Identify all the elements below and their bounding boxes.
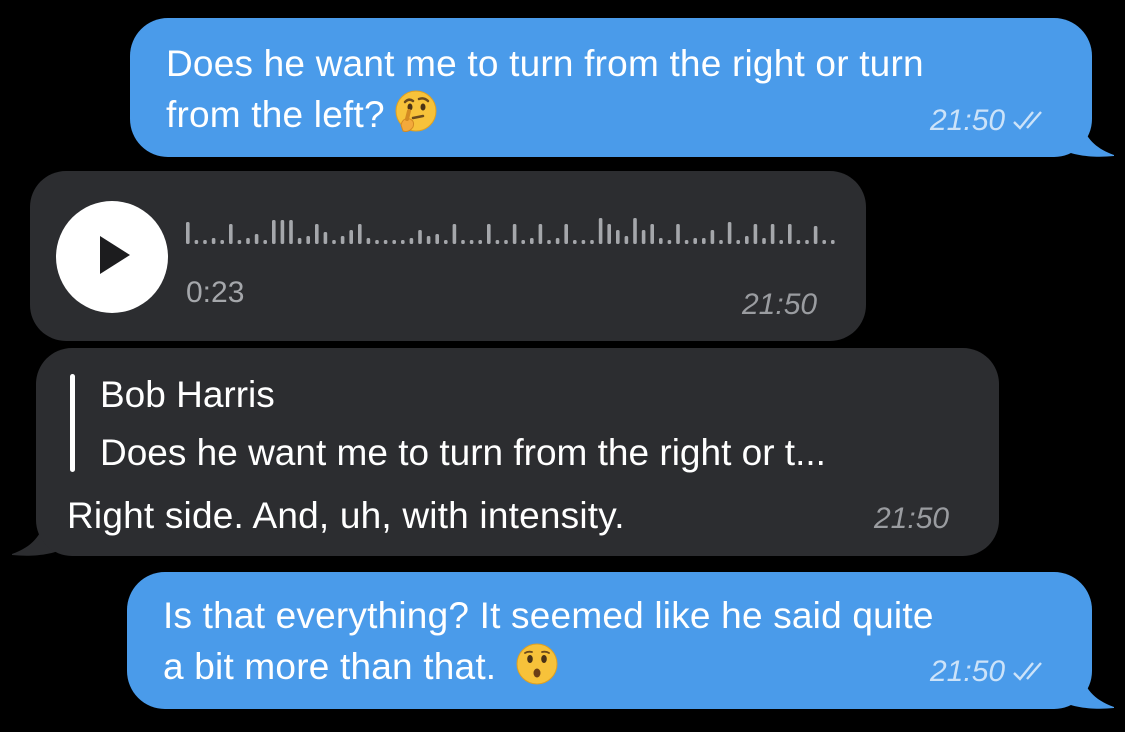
message-text: Does he want me to turn from the right o… (166, 43, 924, 135)
message-time: 21:50 (874, 502, 950, 535)
waveform-bar (194, 240, 199, 244)
voice-duration: 0:23 (186, 276, 245, 309)
waveform-bar (616, 230, 620, 244)
waveform-bar (564, 224, 568, 244)
waveform-bar (538, 224, 543, 244)
waveform-bar (521, 240, 525, 244)
waveform-bar (641, 230, 646, 244)
waveform-bar (366, 238, 371, 244)
waveform-bar (452, 224, 457, 244)
waveform-bar (590, 240, 594, 244)
waveform-bar (573, 240, 577, 244)
message-time: 21:50 (930, 104, 1053, 138)
waveform-bar (710, 230, 715, 244)
waveform-bar (659, 238, 663, 244)
waveform-bar (297, 238, 302, 244)
waveform-bar (280, 220, 285, 244)
message-bubble-outgoing[interactable]: Does he want me to turn from the right o… (130, 18, 1092, 157)
waveform-bar (727, 222, 732, 244)
waveform-bar (822, 240, 826, 244)
waveform-bar (254, 234, 259, 244)
message-time: 21:50 (930, 655, 1053, 689)
waveform-bar (323, 232, 328, 244)
waveform-bar (813, 226, 818, 244)
waveform-bar (186, 222, 190, 244)
hushed-face-emoji-icon (516, 643, 558, 685)
waveform-bar (667, 240, 672, 244)
waveform-bar (461, 240, 465, 244)
waveform-bar (547, 240, 551, 244)
waveform-bar (676, 224, 680, 244)
voice-waveform[interactable] (186, 208, 836, 248)
reply-sender-name[interactable]: Bob Harris (100, 374, 275, 416)
waveform-bar (340, 236, 345, 244)
message-text: Is that everything? It seemed like he sa… (163, 595, 934, 687)
waveform-bar (581, 240, 586, 244)
waveform-bar (796, 240, 801, 244)
waveform-bar (624, 236, 629, 244)
waveform-bar (650, 224, 654, 244)
waveform-bar (246, 238, 250, 244)
waveform-bar (211, 238, 216, 244)
waveform-bar (306, 236, 310, 244)
waveform-bar (383, 240, 388, 244)
waveform-bar (237, 240, 242, 244)
waveform-bar (495, 240, 500, 244)
waveform-bar (753, 224, 758, 244)
reply-quote-bar (70, 374, 75, 472)
message-text: Right side. And, uh, with intensity. (67, 495, 625, 536)
waveform-bar (289, 220, 293, 244)
waveform-bar (770, 224, 775, 244)
waveform-bar (512, 224, 517, 244)
waveform-bar (469, 240, 474, 244)
waveform-bar (418, 230, 422, 244)
waveform-bar (220, 240, 224, 244)
message-time: 21:50 (742, 288, 818, 321)
waveform-bar (555, 238, 560, 244)
waveform-bar (788, 224, 792, 244)
thinking-face-emoji-icon (395, 90, 437, 132)
waveform-bar (349, 230, 353, 244)
waveform-bar (409, 238, 414, 244)
waveform-bar (358, 224, 362, 244)
waveform-bar (332, 240, 336, 244)
waveform-bar (805, 240, 809, 244)
waveform-bar (693, 238, 697, 244)
waveform-bar (607, 224, 611, 244)
waveform-bar (736, 240, 740, 244)
waveform-bar (478, 240, 482, 244)
waveform-bar (272, 220, 276, 244)
play-button[interactable] (56, 201, 168, 313)
waveform-bar (435, 234, 439, 244)
waveform-bar (203, 240, 207, 244)
waveform-bar (831, 240, 835, 244)
waveform-bar (530, 238, 534, 244)
waveform-bar (401, 240, 405, 244)
waveform-bar (762, 238, 766, 244)
waveform-bar (598, 218, 603, 244)
waveform-bar (263, 240, 267, 244)
waveform-bar (702, 238, 706, 244)
waveform-bar (684, 240, 689, 244)
waveform-bar (633, 218, 637, 244)
double-check-icon (1013, 662, 1042, 681)
waveform-bar (392, 240, 396, 244)
waveform-bar (426, 236, 431, 244)
waveform-bar (375, 240, 379, 244)
play-icon (100, 236, 130, 274)
chat-view: Does he want me to turn from the right o… (0, 0, 1125, 732)
message-bubble-outgoing[interactable]: Is that everything? It seemed like he sa… (127, 572, 1092, 709)
waveform-bar (745, 236, 749, 244)
waveform-bar (487, 224, 491, 244)
waveform-bar (315, 224, 319, 244)
double-check-icon (1013, 111, 1042, 130)
reply-preview-text[interactable]: Does he want me to turn from the right o… (100, 432, 826, 474)
waveform-bar (779, 240, 783, 244)
waveform-bar (719, 240, 723, 244)
waveform-bar (504, 240, 508, 244)
waveform-bar (444, 240, 448, 244)
waveform-bar (229, 224, 233, 244)
